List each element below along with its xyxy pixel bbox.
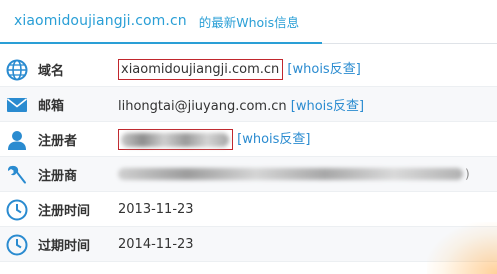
user-icon xyxy=(5,128,29,152)
clock-icon xyxy=(5,198,29,222)
registrant-redacted xyxy=(121,132,229,147)
registrant-highlight-box xyxy=(118,129,233,150)
header-title-suffix: 的最新Whois信息 xyxy=(198,14,300,30)
label-email: 邮箱 xyxy=(38,98,65,114)
row-email: 邮箱 lihongtai@jiuyang.com.cn [whois反查] xyxy=(0,87,497,122)
whois-reverse-link-registrant[interactable]: [whois反查] xyxy=(237,132,310,147)
value-registrant: [whois反查] xyxy=(118,128,311,150)
label-registrar: 注册商 xyxy=(38,168,78,184)
value-registration-date: 2013-11-23 xyxy=(118,201,194,217)
value-registrar: ) xyxy=(118,167,470,182)
label-expiration-date: 过期时间 xyxy=(38,238,91,254)
label-registration-date: 注册时间 xyxy=(38,203,91,219)
value-expiration-date: 2014-11-23 xyxy=(118,236,194,252)
whois-header: xiaomidoujiangji.com.cn 的最新Whois信息 xyxy=(0,0,497,44)
row-registrant: 注册者 [whois反查] xyxy=(0,122,497,157)
label-domain: 域名 xyxy=(38,63,65,79)
whois-reverse-link-domain[interactable]: [whois反查] xyxy=(287,62,360,77)
registrar-redacted xyxy=(118,168,463,180)
row-registrar: 注册商 ) xyxy=(0,157,497,192)
row-registration-date: 注册时间 2013-11-23 xyxy=(0,192,497,227)
row-domain: 域名 xiaomidoujiangji.com.cn [whois反查] xyxy=(0,52,497,87)
whois-title-tab[interactable]: xiaomidoujiangji.com.cn 的最新Whois信息 xyxy=(0,0,322,44)
domain-highlight-box: xiaomidoujiangji.com.cn xyxy=(118,59,284,80)
domain-value-text: xiaomidoujiangji.com.cn xyxy=(121,62,280,77)
email-value-text: lihongtai@jiuyang.com.cn xyxy=(118,98,287,114)
whois-info-list: 域名 xiaomidoujiangji.com.cn [whois反查] 邮箱 … xyxy=(0,52,497,262)
header-domain: xiaomidoujiangji.com.cn xyxy=(14,13,187,29)
row-expiration-date: 过期时间 2014-11-23 xyxy=(0,227,497,262)
decorative-corner-glow xyxy=(427,222,497,274)
registrar-trailing-paren: ) xyxy=(465,166,470,181)
clock-icon xyxy=(5,233,29,257)
value-domain: xiaomidoujiangji.com.cn [whois反查] xyxy=(118,58,361,80)
wrench-icon xyxy=(5,163,29,187)
globe-icon xyxy=(5,58,29,82)
envelope-icon xyxy=(5,93,29,117)
value-email: lihongtai@jiuyang.com.cn [whois反查] xyxy=(118,95,364,114)
label-registrant: 注册者 xyxy=(38,133,78,149)
whois-reverse-link-email[interactable]: [whois反查] xyxy=(291,99,364,114)
